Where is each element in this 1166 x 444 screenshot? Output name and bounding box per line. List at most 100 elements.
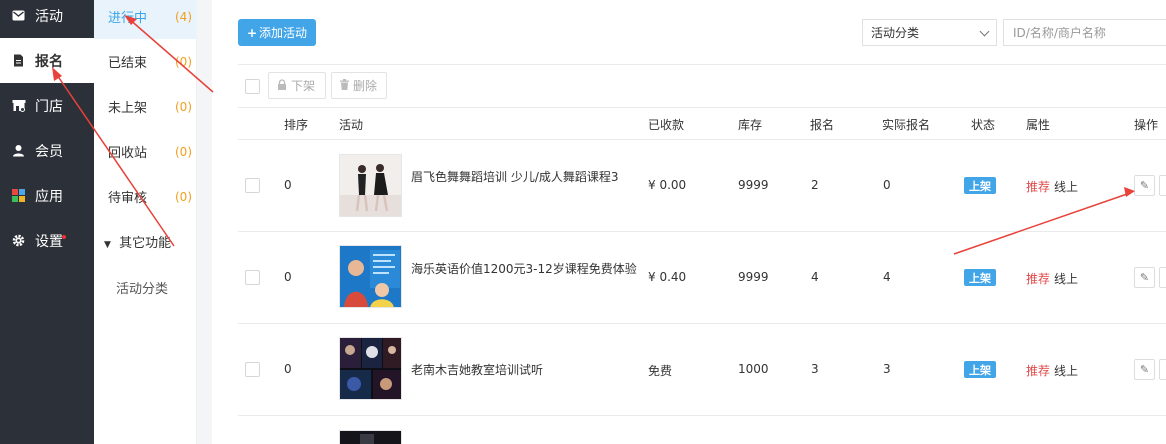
status-badge: 上架 — [964, 269, 996, 286]
row-signups: 4 — [811, 270, 819, 284]
divider — [238, 415, 1166, 416]
attr-online: 线上 — [1054, 272, 1079, 286]
subnav-item-category[interactable]: 活动分类 — [116, 278, 168, 297]
subnav-item-count: (0) — [175, 144, 192, 159]
sub-nav: 进行中 (4) 已结束 (0) 未上架 (0) 回收站 (0) 待审核 (0) … — [94, 0, 197, 444]
subnav-item-unlisted[interactable]: 未上架 (0) — [94, 84, 197, 129]
activity-thumbnail[interactable] — [339, 245, 402, 308]
subnav-item-recycle[interactable]: 回收站 (0) — [94, 129, 197, 174]
chevron-down-icon — [979, 26, 990, 37]
status-badge: 上架 — [964, 361, 996, 378]
nav-item-label: 设置 — [35, 233, 63, 250]
col-header-attributes: 属性 — [1026, 118, 1051, 132]
col-header-collected: 已收款 — [648, 118, 685, 132]
subnav-group-other[interactable]: ▼ 其它功能 — [104, 232, 171, 251]
delete-label: 删除 — [353, 79, 378, 93]
more-action-button[interactable] — [1159, 175, 1166, 196]
edit-button[interactable]: ✎ — [1134, 359, 1155, 380]
row-sort: 0 — [284, 270, 292, 284]
gutter — [197, 0, 212, 444]
col-header-signups: 报名 — [810, 118, 835, 132]
nav-item-label: 会员 — [35, 143, 63, 160]
subnav-item-label: 回收站 — [108, 146, 148, 161]
plus-icon: + — [246, 25, 258, 40]
row-collected: ¥ 0.40 — [648, 270, 687, 284]
row-collected: ¥ 0.00 — [648, 178, 687, 192]
main-content: + 添加活动 活动分类 下架 删除 排序 活动 已收款 库存 报名 实 — [212, 0, 1166, 444]
nav-item-member[interactable]: 会员 — [0, 128, 94, 173]
divider — [238, 107, 1166, 108]
nav-item-label: 门店 — [35, 98, 63, 115]
row-actual-signups: 4 — [883, 270, 891, 284]
pencil-icon: ✎ — [1139, 179, 1150, 192]
row-checkbox[interactable] — [245, 178, 260, 193]
more-action-button[interactable] — [1159, 359, 1166, 380]
lock-icon — [277, 78, 287, 93]
subnav-group-label: 其它功能 — [119, 236, 172, 251]
subnav-item-count: (0) — [175, 189, 192, 204]
add-activity-button[interactable]: + 添加活动 — [238, 19, 316, 46]
col-header-stock: 库存 — [738, 118, 763, 132]
nav-item-settings[interactable]: 设置 — [0, 218, 94, 263]
user-icon — [12, 144, 25, 157]
subnav-item-label: 未上架 — [108, 101, 148, 116]
subnav-item-count: (0) — [175, 54, 192, 69]
row-checkbox[interactable] — [245, 362, 260, 377]
activity-title[interactable]: 眉飞色舞舞蹈培训 少儿/成人舞蹈课程3 — [411, 168, 641, 186]
row-signups: 2 — [811, 178, 819, 192]
mail-icon — [12, 9, 25, 22]
caret-down-icon: ▼ — [104, 240, 111, 250]
row-actual-signups: 3 — [883, 362, 891, 376]
attr-recommend: 推荐 — [1026, 364, 1051, 378]
attr-recommend: 推荐 — [1026, 272, 1051, 286]
row-sort: 0 — [284, 362, 292, 376]
activity-thumbnail[interactable] — [339, 154, 402, 217]
edit-button[interactable]: ✎ — [1134, 267, 1155, 288]
attr-online: 线上 — [1054, 180, 1079, 194]
col-header-status: 状态 — [971, 118, 996, 132]
row-checkbox[interactable] — [245, 270, 260, 285]
row-actual-signups: 0 — [883, 178, 891, 192]
subnav-item-ended[interactable]: 已结束 (0) — [94, 39, 197, 84]
subnav-item-ongoing[interactable]: 进行中 (4) — [94, 0, 197, 39]
more-action-button[interactable] — [1159, 267, 1166, 288]
add-activity-label: 添加活动 — [259, 26, 308, 40]
subnav-item-pending[interactable]: 待审核 (0) — [94, 174, 197, 219]
pencil-icon: ✎ — [1139, 271, 1150, 284]
row-collected: 免费 — [648, 364, 673, 378]
delete-button[interactable]: 删除 — [331, 72, 387, 99]
notification-dot — [62, 235, 66, 239]
activity-thumbnail[interactable] — [339, 337, 402, 400]
divider — [238, 231, 1166, 232]
off-shelf-button[interactable]: 下架 — [268, 72, 326, 99]
subnav-item-count: (4) — [175, 9, 192, 24]
nav-item-store[interactable]: 门店 — [0, 83, 94, 128]
store-icon — [12, 99, 26, 112]
col-header-actions: 操作 — [1134, 118, 1159, 132]
edit-button[interactable]: ✎ — [1134, 175, 1155, 196]
row-sort: 0 — [284, 178, 292, 192]
category-select-value: 活动分类 — [871, 26, 920, 40]
apps-icon — [12, 189, 25, 202]
divider — [238, 64, 1166, 65]
nav-item-activity[interactable]: 活动 — [0, 0, 94, 38]
divider — [238, 139, 1166, 140]
off-shelf-label: 下架 — [291, 79, 316, 93]
col-header-activity: 活动 — [339, 118, 364, 132]
nav-item-apps[interactable]: 应用 — [0, 173, 94, 218]
activity-title[interactable]: 海乐英语价值1200元3-12岁课程免费体验 — [411, 260, 641, 278]
col-header-actual-signups: 实际报名 — [882, 118, 931, 132]
subnav-item-label: 待审核 — [108, 191, 148, 206]
activity-thumbnail[interactable] — [339, 430, 402, 444]
row-stock: 1000 — [738, 362, 769, 376]
attr-online: 线上 — [1054, 364, 1079, 378]
search-input[interactable] — [1003, 19, 1166, 46]
status-badge: 上架 — [964, 177, 996, 194]
nav-item-label: 报名 — [35, 53, 63, 70]
subnav-item-label: 进行中 — [108, 11, 148, 26]
col-header-sort[interactable]: 排序 — [284, 116, 308, 133]
activity-title[interactable]: 老南木吉她教室培训试听 — [411, 361, 641, 379]
nav-item-signup[interactable]: 报名 — [0, 38, 94, 83]
category-select[interactable]: 活动分类 — [862, 19, 997, 46]
select-all-checkbox[interactable] — [245, 79, 260, 94]
